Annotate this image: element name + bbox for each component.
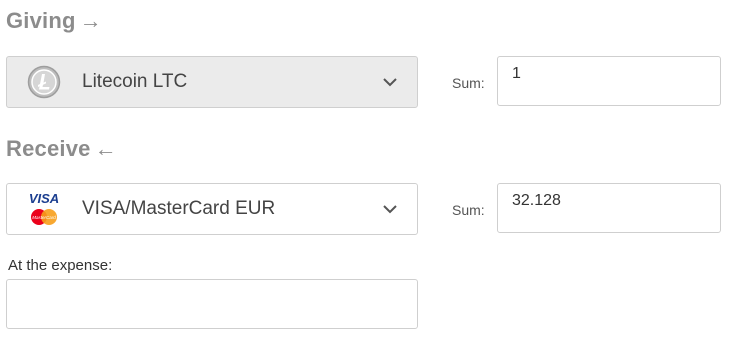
giving-sum-label: Sum: <box>452 75 485 91</box>
giving-currency-select[interactable]: Litecoin LTC <box>6 56 418 108</box>
visa-logo-text: VISA <box>29 191 59 206</box>
left-arrow-icon: ← <box>94 136 117 161</box>
receive-sum-label: Sum: <box>452 202 485 218</box>
mastercard-logo-text: MasterCard <box>32 215 56 220</box>
giving-title-text: Giving <box>6 8 76 33</box>
chevron-down-icon <box>379 71 401 93</box>
receive-currency-label: VISA/MasterCard EUR <box>82 198 276 219</box>
litecoin-icon <box>24 62 64 102</box>
receive-section-title: Receive ← <box>6 136 117 162</box>
receive-title-text: Receive <box>6 136 91 161</box>
expense-input[interactable] <box>6 279 418 329</box>
visa-mastercard-icon: VISA MasterCard <box>24 189 64 229</box>
right-arrow-icon: → <box>79 8 102 33</box>
expense-label: At the expense: <box>8 257 113 274</box>
giving-section-title: Giving → <box>6 8 102 34</box>
receive-currency-select[interactable]: VISA MasterCard VISA/MasterCard EUR <box>6 183 418 235</box>
receive-sum-input[interactable] <box>497 183 721 233</box>
giving-currency-label: Litecoin LTC <box>82 71 188 92</box>
giving-sum-input[interactable] <box>497 56 721 106</box>
chevron-down-icon <box>379 198 401 220</box>
